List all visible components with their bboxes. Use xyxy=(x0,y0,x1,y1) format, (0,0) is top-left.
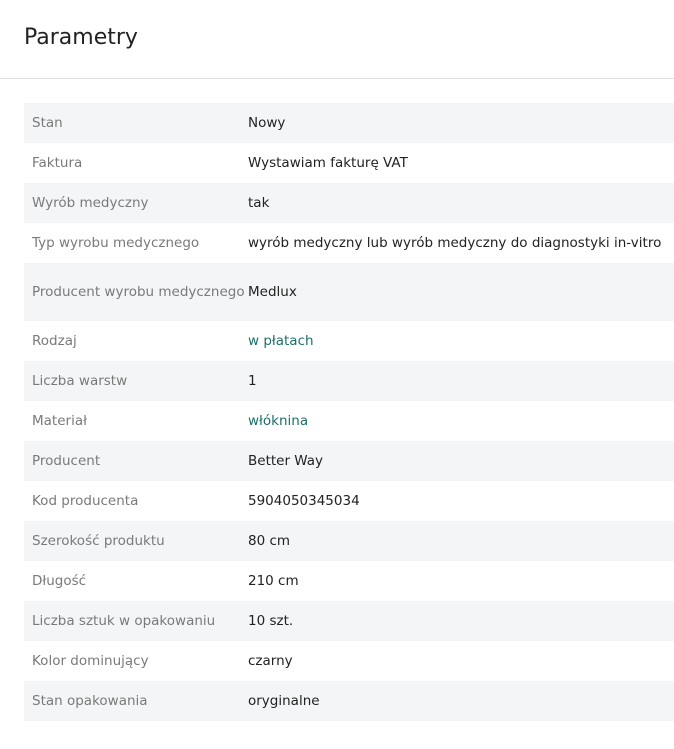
param-row-faktura: Faktura Wystawiam fakturę VAT xyxy=(24,143,674,183)
param-value: wyrób medyczny lub wyrób medyczny do dia… xyxy=(248,234,662,251)
param-label: Kolor dominujący xyxy=(32,652,149,669)
param-row-dlugosc: Długość 210 cm xyxy=(24,561,674,601)
param-label: Typ wyrobu medycznego xyxy=(32,234,200,251)
param-label: Długość xyxy=(32,572,87,589)
param-value: 1 xyxy=(248,372,257,389)
param-row-kolor: Kolor dominujący czarny xyxy=(24,641,674,681)
param-value: 5904050345034 xyxy=(248,492,360,509)
param-row-szerokosc: Szerokość produktu 80 cm xyxy=(24,521,674,561)
param-label: Liczba warstw xyxy=(32,372,128,389)
param-row-typ-wyrobu: Typ wyrobu medycznego wyrób medyczny lub… xyxy=(24,223,674,263)
param-value-link[interactable]: włóknina xyxy=(248,411,674,432)
param-label: Kod producenta xyxy=(32,492,139,509)
parameters-header: Parametry xyxy=(0,0,674,79)
param-value: Wystawiam fakturę VAT xyxy=(248,154,408,171)
param-label: Producent xyxy=(32,452,101,469)
param-row-stan: Stan Nowy xyxy=(24,103,674,143)
param-label: Stan xyxy=(32,114,63,131)
page-title: Parametry xyxy=(24,25,138,50)
param-row-material: Materiał włóknina xyxy=(24,401,674,441)
param-label: Szerokość produktu xyxy=(32,532,165,549)
param-row-liczba-warstw: Liczba warstw 1 xyxy=(24,361,674,401)
param-label: Faktura xyxy=(32,154,83,171)
param-label: Rodzaj xyxy=(32,332,77,349)
param-row-producent: Producent Better Way xyxy=(24,441,674,481)
param-value: 10 szt. xyxy=(248,612,294,629)
param-value: czarny xyxy=(248,652,293,669)
param-row-rodzaj: Rodzaj w płatach xyxy=(24,321,674,361)
param-label: Producent wyrobu medycznego xyxy=(32,283,245,300)
param-row-producent-wyrobu: Producent wyrobu medycznego Medlux xyxy=(24,263,674,321)
param-label: Wyrób medyczny xyxy=(32,194,149,211)
param-label: Liczba sztuk w opakowaniu xyxy=(32,612,216,629)
param-value: 210 cm xyxy=(248,572,299,589)
param-value-link[interactable]: w płatach xyxy=(248,331,674,352)
param-label: Stan opakowania xyxy=(32,692,148,709)
param-value: Better Way xyxy=(248,452,324,469)
param-row-stan-opakowania: Stan opakowania oryginalne xyxy=(24,681,674,721)
parameters-table: Stan Nowy Faktura Wystawiam fakturę VAT … xyxy=(24,103,674,721)
param-value: oryginalne xyxy=(248,692,320,709)
param-row-kod-producenta: Kod producenta 5904050345034 xyxy=(24,481,674,521)
param-value: Nowy xyxy=(248,114,286,131)
param-label: Materiał xyxy=(32,412,87,429)
param-value: Medlux xyxy=(248,283,297,300)
param-row-wyrob-medyczny: Wyrób medyczny tak xyxy=(24,183,674,223)
param-row-liczba-sztuk: Liczba sztuk w opakowaniu 10 szt. xyxy=(24,601,674,641)
param-value: tak xyxy=(248,194,270,211)
param-value: 80 cm xyxy=(248,532,291,549)
